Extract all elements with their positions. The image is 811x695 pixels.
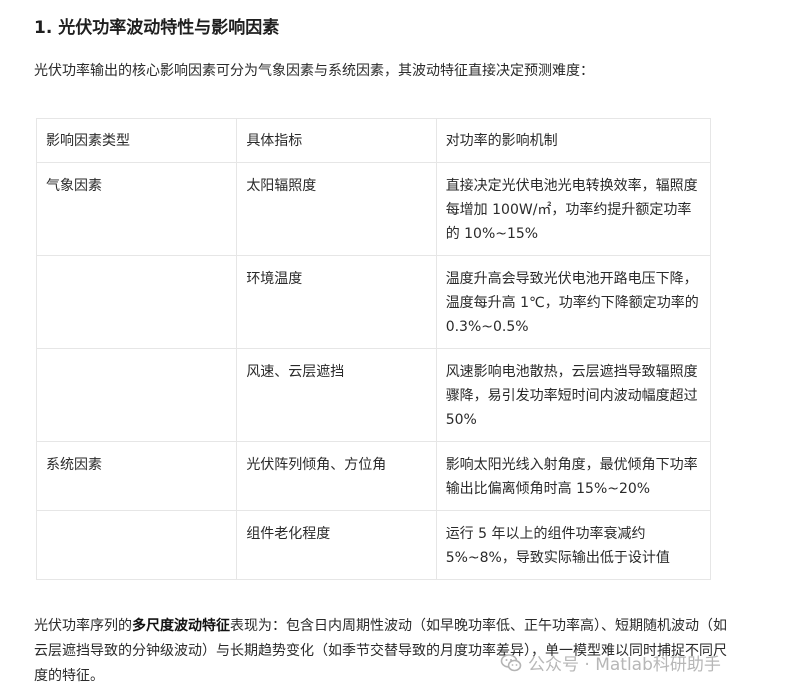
summary-text-before: 光伏功率序列的 <box>34 618 132 634</box>
intro-paragraph: 光伏功率输出的核心影响因素可分为气象因素与系统因素，其波动特征直接决定预测难度： <box>34 63 594 79</box>
cell-category: 系统因素 <box>35 441 238 511</box>
factors-table: 影响因素类型 具体指标 对功率的影响机制 气象因素 太阳辐照度 直接决定光伏电池… <box>35 118 712 580</box>
cell-mechanism: 温度升高会导致光伏电池开路电压下降，温度每升高 1℃，功率约下降额定功率的 0.… <box>435 255 712 349</box>
table-row: 风速、云层遮挡 风速影响电池散热，云层遮挡导致辐照度骤降，易引发功率短时间内波动… <box>35 348 712 442</box>
cell-mechanism: 运行 5 年以上的组件功率衰减约 5%~8%，导致实际输出低于设计值 <box>435 510 712 580</box>
table-header-row: 影响因素类型 具体指标 对功率的影响机制 <box>35 118 712 163</box>
cell-indicator: 太阳辐照度 <box>236 162 437 256</box>
section-number: 1. <box>34 18 53 38</box>
header-indicator: 具体指标 <box>236 118 437 163</box>
cell-category: 气象因素 <box>35 162 238 256</box>
cell-indicator: 光伏阵列倾角、方位角 <box>236 441 437 511</box>
cell-category <box>35 348 238 442</box>
table-row: 组件老化程度 运行 5 年以上的组件功率衰减约 5%~8%，导致实际输出低于设计… <box>35 510 712 580</box>
cell-indicator: 环境温度 <box>236 255 437 349</box>
cell-indicator: 组件老化程度 <box>236 510 437 580</box>
table-row: 环境温度 温度升高会导致光伏电池开路电压下降，温度每升高 1℃，功率约下降额定功… <box>35 255 712 349</box>
header-category: 影响因素类型 <box>35 118 238 163</box>
section-heading: 1. 光伏功率波动特性与影响因素 <box>34 13 279 38</box>
section-title: 光伏功率波动特性与影响因素 <box>58 18 280 38</box>
table-row: 气象因素 太阳辐照度 直接决定光伏电池光电转换效率，辐照度每增加 100W/㎡，… <box>35 162 712 256</box>
watermark-text: 公众号 · Matlab科研助手 <box>528 655 721 675</box>
cell-mechanism: 影响太阳光线入射角度，最优倾角下功率输出比偏离倾角时高 15%~20% <box>435 441 712 511</box>
summary-emphasis: 多尺度波动特征 <box>132 618 230 634</box>
cell-mechanism: 风速影响电池散热，云层遮挡导致辐照度骤降，易引发功率短时间内波动幅度超过 50% <box>435 348 712 442</box>
header-mechanism: 对功率的影响机制 <box>435 118 712 163</box>
cell-indicator: 风速、云层遮挡 <box>236 348 437 442</box>
cell-category <box>35 510 238 580</box>
watermark: 公众号 · Matlab科研助手 <box>500 650 721 675</box>
wechat-icon <box>500 652 522 674</box>
cell-category <box>35 255 238 349</box>
table-row: 系统因素 光伏阵列倾角、方位角 影响太阳光线入射角度，最优倾角下功率输出比偏离倾… <box>35 441 712 511</box>
cell-mechanism: 直接决定光伏电池光电转换效率，辐照度每增加 100W/㎡，功率约提升额定功率的 … <box>435 162 712 256</box>
